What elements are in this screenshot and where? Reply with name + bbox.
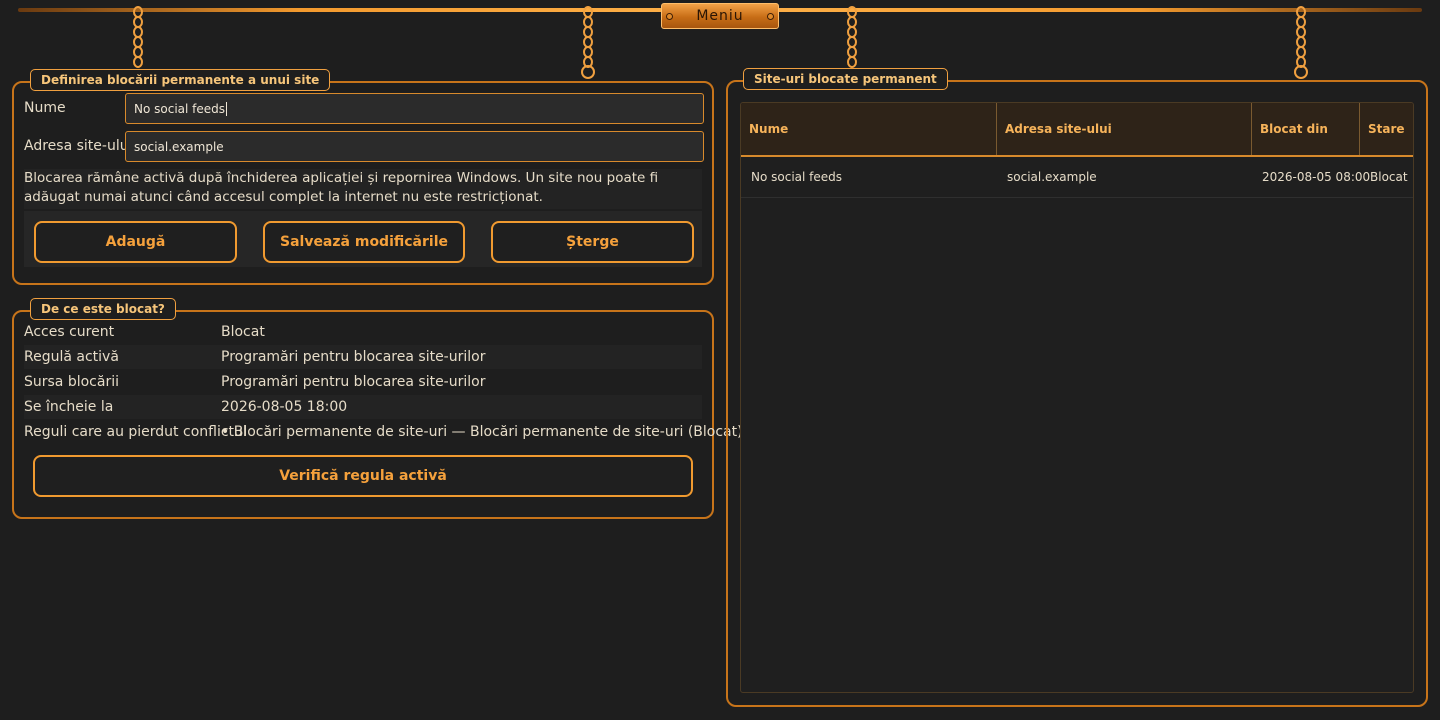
- rivet-icon: [767, 13, 774, 20]
- cell-status: Blocat: [1370, 170, 1408, 184]
- info-row: Acces curent Blocat: [24, 320, 702, 344]
- address-input[interactable]: social.example: [125, 131, 704, 162]
- chain-decoration: [580, 6, 595, 80]
- info-row-key: Sursa blocării: [24, 374, 119, 390]
- delete-button[interactable]: Șterge: [491, 221, 694, 263]
- define-block-panel: Definirea blocării permanente a unui sit…: [12, 69, 714, 285]
- info-row-value: Blocat: [221, 324, 265, 340]
- info-row-key: Regulă activă: [24, 349, 119, 365]
- column-header-name[interactable]: Nume: [741, 103, 997, 155]
- address-label: Adresa site-ului: [24, 138, 133, 154]
- name-label: Nume: [24, 100, 66, 116]
- button-bar: Adaugă Salvează modificările Șterge: [24, 211, 702, 267]
- info-row-value: 2026-08-05 18:00: [221, 399, 348, 415]
- name-input[interactable]: No social feeds: [125, 93, 704, 124]
- table-row[interactable]: No social feeds social.example 2026-08-0…: [741, 157, 1413, 198]
- info-row: Se încheie la 2026-08-05 18:00: [24, 395, 702, 419]
- why-blocked-panel: De ce este blocat? Acces curent Blocat R…: [12, 298, 743, 519]
- column-header-blocked-since[interactable]: Blocat din: [1252, 103, 1360, 155]
- menu-button-label: Meniu: [696, 8, 744, 24]
- panel-title: De ce este blocat?: [30, 298, 176, 320]
- address-input-value: social.example: [134, 139, 224, 154]
- add-button[interactable]: Adaugă: [34, 221, 237, 263]
- info-row-key: Acces curent: [24, 324, 115, 340]
- column-header-status[interactable]: Stare: [1360, 103, 1413, 155]
- column-header-address[interactable]: Adresa site-ului: [997, 103, 1252, 155]
- info-row: Reguli care au pierdut conflictul • Bloc…: [24, 420, 743, 444]
- menu-button[interactable]: Meniu: [661, 3, 779, 29]
- cell-address: social.example: [1007, 170, 1097, 184]
- save-changes-button[interactable]: Salvează modificările: [263, 221, 465, 263]
- cell-blocked-since: 2026-08-05 08:00: [1262, 170, 1371, 184]
- check-active-rule-button[interactable]: Verifică regula activă: [33, 455, 693, 497]
- chain-decoration: [131, 6, 145, 68]
- info-row-key: Reguli care au pierdut conflictul: [24, 424, 247, 440]
- blocked-sites-table: Nume Adresa site-ului Blocat din Stare N…: [740, 102, 1414, 693]
- name-input-value: No social feeds: [134, 101, 226, 116]
- chain-decoration: [845, 6, 859, 68]
- info-row: Regulă activă Programări pentru blocarea…: [24, 345, 702, 369]
- info-row-value: Programări pentru blocarea site-urilor: [221, 349, 486, 365]
- info-row-key: Se încheie la: [24, 399, 114, 415]
- panel-title: Definirea blocării permanente a unui sit…: [30, 69, 331, 91]
- cell-name: No social feeds: [751, 170, 843, 184]
- chain-decoration: [1293, 6, 1308, 80]
- info-row-value: • Blocări permanente de site-uri — Blocă…: [221, 424, 743, 440]
- text-caret: [226, 101, 228, 116]
- blocked-sites-panel: Site-uri blocate permanent Nume Adresa s…: [726, 68, 1428, 707]
- panel-title: Site-uri blocate permanent: [743, 68, 948, 90]
- info-row-value: Programări pentru blocarea site-urilor: [221, 374, 486, 390]
- info-row: Sursa blocării Programări pentru blocare…: [24, 370, 702, 394]
- table-header: Nume Adresa site-ului Blocat din Stare: [741, 103, 1413, 157]
- info-text: Blocarea rămâne activă după închiderea a…: [24, 169, 702, 209]
- rivet-icon: [666, 13, 673, 20]
